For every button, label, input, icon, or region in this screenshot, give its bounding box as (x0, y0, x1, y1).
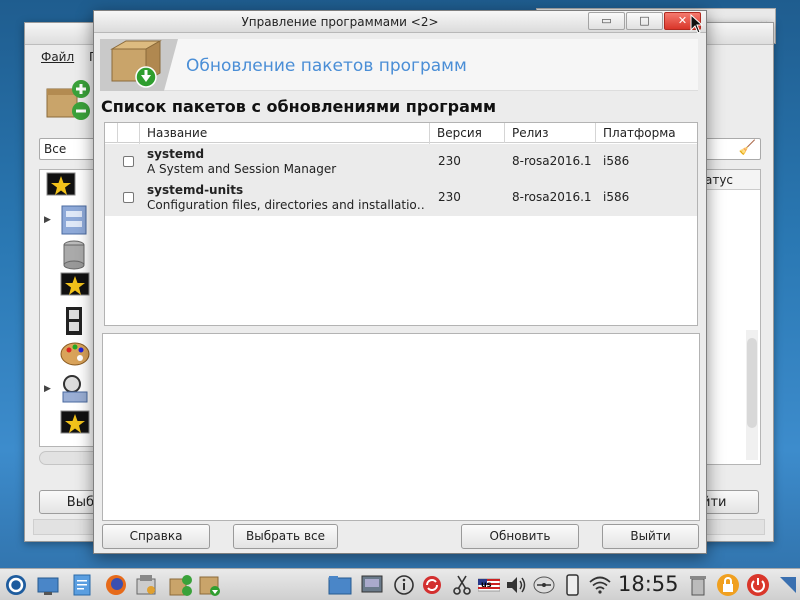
tree-expand-icon[interactable]: ▶ (44, 384, 51, 394)
mouse-cursor-icon (690, 13, 704, 37)
keyboard-layout-flag-icon[interactable]: us (477, 573, 501, 597)
mobile-device-icon[interactable] (560, 573, 584, 597)
close-icon: ✕ (677, 14, 688, 27)
help-button[interactable]: Справка (102, 524, 210, 549)
info-icon[interactable] (392, 573, 416, 597)
maximize-button[interactable]: □ (626, 12, 663, 30)
system-monitor-icon[interactable] (360, 573, 384, 597)
package-platform: i586 (603, 190, 630, 204)
keyboard-layout-label: us (481, 580, 492, 589)
minimize-icon: ▭ (601, 14, 612, 27)
lock-screen-icon[interactable] (716, 573, 740, 597)
section-title: Список пакетов с обновлениями программ (101, 97, 497, 116)
row-checkbox[interactable] (123, 156, 134, 167)
updates-applet-icon[interactable] (420, 573, 444, 597)
package-add-remove-icon (43, 75, 93, 125)
package-summary: A System and Session Manager (147, 162, 337, 176)
wifi-icon[interactable] (588, 573, 612, 597)
background-menubar: Файл П (33, 47, 98, 67)
column-platform[interactable]: Платформа (603, 126, 676, 140)
background-select-button[interactable]: Выб (39, 490, 99, 514)
category-favorites-icon[interactable] (46, 172, 86, 202)
package-release: 8-rosa2016.1 (512, 154, 592, 168)
file-manager-icon[interactable] (328, 573, 352, 597)
package-details-pane[interactable] (102, 333, 700, 521)
updates-table[interactable]: Название Версия Релиз Платформа systemd … (104, 122, 698, 326)
background-exit-button[interactable]: йти (699, 490, 759, 514)
volume-icon[interactable] (504, 573, 528, 597)
row-checkbox[interactable] (123, 192, 134, 203)
quit-button[interactable]: Выйти (602, 524, 699, 549)
firefox-icon[interactable] (104, 573, 128, 597)
usb-icon[interactable] (532, 573, 556, 597)
quit-button-label: Выйти (630, 529, 671, 543)
scissors-icon[interactable] (450, 573, 474, 597)
update-dialog: Управление программами <2> ▭ □ ✕ Обновле… (93, 10, 707, 554)
column-name[interactable]: Название (147, 126, 207, 140)
package-release: 8-rosa2016.1 (512, 190, 592, 204)
background-list-scrollbar[interactable] (746, 330, 758, 460)
dialog-banner: Обновление пакетов программ (100, 39, 698, 91)
tree-horizontal-scrollbar[interactable] (39, 451, 101, 465)
power-icon[interactable] (746, 573, 770, 597)
update-software-icon[interactable] (198, 573, 222, 597)
background-select-label: Выб (66, 495, 94, 510)
column-release[interactable]: Релиз (512, 126, 548, 140)
maximize-icon: □ (639, 14, 650, 27)
menu-file[interactable]: Файл (41, 50, 74, 64)
clear-broom-icon[interactable]: 🧹 (739, 140, 756, 156)
text-editor-icon[interactable] (70, 573, 94, 597)
taskbar: us 18:55 (0, 568, 800, 600)
package-name: systemd-units (147, 183, 244, 197)
install-remove-software-icon[interactable] (168, 573, 192, 597)
update-button-label: Обновить (489, 529, 551, 543)
package-manager-icon[interactable] (134, 573, 158, 597)
banner-icon-box (100, 39, 178, 91)
package-version: 230 (438, 154, 461, 168)
table-row[interactable]: systemd A System and Session Manager 230… (105, 144, 697, 180)
panel-menu-icon[interactable] (776, 573, 800, 597)
minimize-button[interactable]: ▭ (588, 12, 625, 30)
dialog-title: Управление программами <2> (241, 15, 439, 29)
filter-combo[interactable]: Все (39, 138, 101, 160)
package-name: systemd (147, 147, 205, 161)
dialog-titlebar[interactable]: Управление программами <2> ▭ □ ✕ (94, 11, 706, 33)
package-platform: i586 (603, 154, 630, 168)
package-summary: Configuration files, directories and ins… (147, 198, 425, 212)
category-tree[interactable]: ▶ ▶ (39, 169, 101, 447)
trash-icon[interactable] (686, 573, 710, 597)
help-button-label: Справка (129, 529, 183, 543)
clock[interactable]: 18:55 (618, 572, 679, 596)
select-all-button[interactable]: Выбрать все (233, 524, 338, 549)
tree-expand-icon[interactable]: ▶ (44, 215, 51, 225)
package-version: 230 (438, 190, 461, 204)
column-version[interactable]: Версия (437, 126, 482, 140)
table-row[interactable]: systemd-units Configuration files, direc… (105, 180, 697, 216)
start-menu-icon[interactable] (4, 573, 28, 597)
table-header: Название Версия Релиз Платформа (105, 123, 697, 143)
select-all-button-label: Выбрать все (245, 529, 325, 543)
show-desktop-icon[interactable] (36, 573, 60, 597)
update-button[interactable]: Обновить (461, 524, 579, 549)
filter-combo-value: Все (44, 142, 67, 156)
banner-heading: Обновление пакетов программ (186, 56, 467, 76)
background-search-field[interactable]: 🧹 (701, 138, 761, 160)
